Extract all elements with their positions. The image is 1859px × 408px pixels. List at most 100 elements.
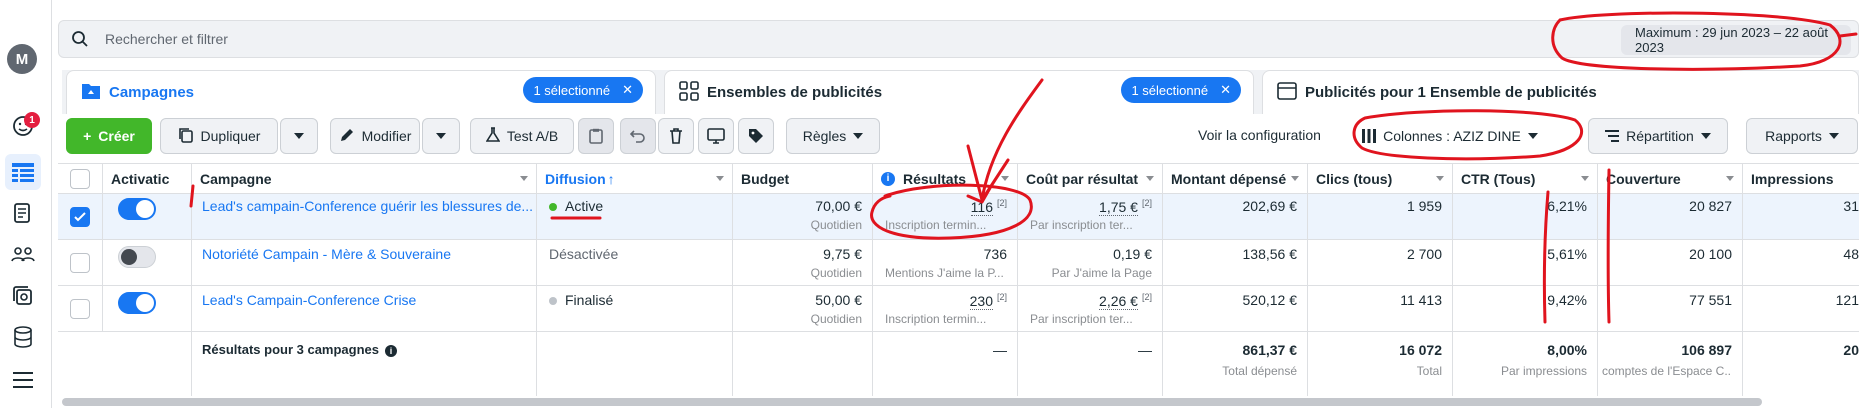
pages-icon[interactable] xyxy=(9,199,37,227)
reach-value: 20 100 xyxy=(1689,246,1732,262)
duplicate-button[interactable]: Dupliquer xyxy=(160,118,278,154)
tab-ensembles[interactable]: Ensembles de publicités 1 sélectionné ✕ xyxy=(664,70,1254,114)
budget-cell: 9,75 € Quotidien xyxy=(733,240,873,285)
results-value: 116 [2] xyxy=(970,198,1007,216)
summary-impressions-value: 20 xyxy=(1843,342,1859,358)
delete-button[interactable] xyxy=(658,118,694,154)
header-spent[interactable]: Montant dépensé xyxy=(1163,164,1308,193)
chevron-down-icon xyxy=(1828,133,1839,139)
preview-icon xyxy=(707,128,725,144)
ab-test-label: Test A/B xyxy=(506,128,559,144)
header-cost[interactable]: Coût par résultat xyxy=(1018,164,1163,193)
sort-caret-icon xyxy=(716,176,724,181)
header-diffusion[interactable]: Diffusion ↑ xyxy=(537,164,733,193)
campaign-name-link[interactable]: Notoriété Campain - Mère & Souveraine xyxy=(202,246,451,262)
tag-button[interactable] xyxy=(738,118,774,154)
campaigns-table-icon[interactable] xyxy=(5,154,41,190)
campaign-name-link[interactable]: Lead's Campain-Conference Crise xyxy=(202,292,416,308)
summary-impressions: 20 xyxy=(1743,332,1859,396)
chevron-down-icon xyxy=(294,133,304,139)
row-select[interactable] xyxy=(58,286,103,331)
ads-library-icon[interactable] xyxy=(9,282,37,310)
summary-label-text: Résultats pour 3 campagnes xyxy=(202,342,379,357)
table-row[interactable]: Lead's Campain-Conference Crise Finalisé… xyxy=(58,286,1859,332)
cost-type: Par inscription ter... xyxy=(1030,312,1133,326)
columns-button[interactable]: Colonnes : AZIZ DINE xyxy=(1360,118,1540,154)
sort-caret-icon xyxy=(1001,176,1009,181)
results-type: Inscription termin... xyxy=(885,218,987,232)
edit-button[interactable]: Modifier xyxy=(330,118,420,154)
spent-value: 138,56 € xyxy=(1242,246,1298,262)
clicks-value: 1 959 xyxy=(1406,198,1442,214)
repartition-label: Répartition xyxy=(1626,128,1694,144)
summary-spent-caption: Total dépensé xyxy=(1222,364,1297,378)
close-icon[interactable]: ✕ xyxy=(622,82,633,98)
activation-toggle-on[interactable] xyxy=(118,292,156,314)
undo-button[interactable] xyxy=(620,118,656,154)
repartition-button[interactable]: Répartition xyxy=(1588,118,1728,154)
rules-button[interactable]: Règles xyxy=(786,118,880,154)
clipboard-button[interactable] xyxy=(578,118,614,154)
tab-campagnes[interactable]: Campagnes 1 sélectionné ✕ xyxy=(66,70,656,114)
header-results[interactable]: i Résultats xyxy=(873,164,1018,193)
summary-cost: — xyxy=(1018,332,1163,396)
search-filter-bar[interactable]: Rechercher et filtrer Maximum : 29 jun 2… xyxy=(58,20,1859,58)
tab-publicites[interactable]: Publicités pour 1 Ensemble de publicités xyxy=(1262,70,1859,114)
table-row[interactable]: Notoriété Campain - Mère & Souveraine Dé… xyxy=(58,240,1859,286)
info-icon[interactable]: i xyxy=(385,345,397,357)
reports-button[interactable]: Rapports xyxy=(1746,118,1858,154)
activation-toggle-on[interactable] xyxy=(118,198,156,220)
header-label: Activatic xyxy=(111,170,170,187)
ctr-value: 5,61% xyxy=(1547,246,1587,262)
select-all-checkbox[interactable] xyxy=(70,169,90,189)
header-ctr[interactable]: CTR (Tous) xyxy=(1453,164,1598,193)
spent-cell: 138,56 € xyxy=(1163,240,1308,285)
plus-icon: + xyxy=(83,128,92,144)
billing-database-icon[interactable] xyxy=(9,323,37,351)
duplicate-dropdown[interactable] xyxy=(280,118,318,154)
row-select[interactable] xyxy=(58,240,103,285)
ab-test-button[interactable]: Test A/B xyxy=(470,118,574,154)
clicks-cell: 2 700 xyxy=(1308,240,1453,285)
selection-badge[interactable]: 1 sélectionné ✕ xyxy=(523,77,643,103)
preview-button[interactable] xyxy=(698,118,734,154)
row-checkbox[interactable] xyxy=(70,299,90,319)
spent-cell: 520,12 € xyxy=(1163,286,1308,331)
header-campaign[interactable]: Campagne xyxy=(192,164,537,193)
table-row[interactable]: Lead's campain-Conference guérir les ble… xyxy=(58,194,1859,240)
date-range-picker[interactable]: Maximum : 29 jun 2023 – 22 août 2023 xyxy=(1621,25,1851,55)
summary-spent-value: 861,37 € xyxy=(1242,342,1298,358)
diffusion-cell: Désactivée xyxy=(537,240,733,285)
selection-badge[interactable]: 1 sélectionné ✕ xyxy=(1121,77,1241,103)
create-button[interactable]: + Créer xyxy=(66,118,152,154)
close-icon[interactable]: ✕ xyxy=(1220,82,1231,98)
header-activation[interactable]: Activatic xyxy=(103,164,192,193)
search-input[interactable]: Rechercher et filtrer xyxy=(105,31,228,47)
edit-dropdown[interactable] xyxy=(422,118,460,154)
header-budget[interactable]: Budget xyxy=(733,164,873,193)
campaign-name-link[interactable]: Lead's campain-Conference guérir les ble… xyxy=(202,198,533,214)
cost-cell: 1,75 € [2] Par inscription ter... xyxy=(1018,194,1163,239)
activation-toggle-off[interactable] xyxy=(118,246,156,268)
budget-value: 50,00 € xyxy=(815,292,862,308)
header-clicks[interactable]: Clics (tous) xyxy=(1308,164,1453,193)
header-reach[interactable]: Couverture xyxy=(1598,164,1743,193)
row-checkbox-checked[interactable] xyxy=(70,207,90,227)
cost-cell: 0,19 € Par J'aime la Page xyxy=(1018,240,1163,285)
activation-cell xyxy=(103,240,192,285)
avatar[interactable]: M xyxy=(7,44,37,74)
budget-type: Quotidien xyxy=(810,312,862,326)
row-checkbox[interactable] xyxy=(70,253,90,273)
chevron-down-icon xyxy=(1700,133,1711,139)
row-select[interactable] xyxy=(58,194,103,239)
summary-results: — xyxy=(873,332,1018,396)
header-impressions[interactable]: Impressions xyxy=(1743,164,1859,193)
clicks-cell: 1 959 xyxy=(1308,194,1453,239)
info-icon[interactable]: i xyxy=(881,171,895,186)
menu-icon[interactable] xyxy=(9,366,37,394)
sort-caret-icon xyxy=(1146,176,1154,181)
status-dot xyxy=(549,297,557,305)
horizontal-scrollbar[interactable] xyxy=(62,398,1762,406)
header-select-all[interactable] xyxy=(58,164,103,193)
audiences-icon[interactable] xyxy=(9,240,37,268)
